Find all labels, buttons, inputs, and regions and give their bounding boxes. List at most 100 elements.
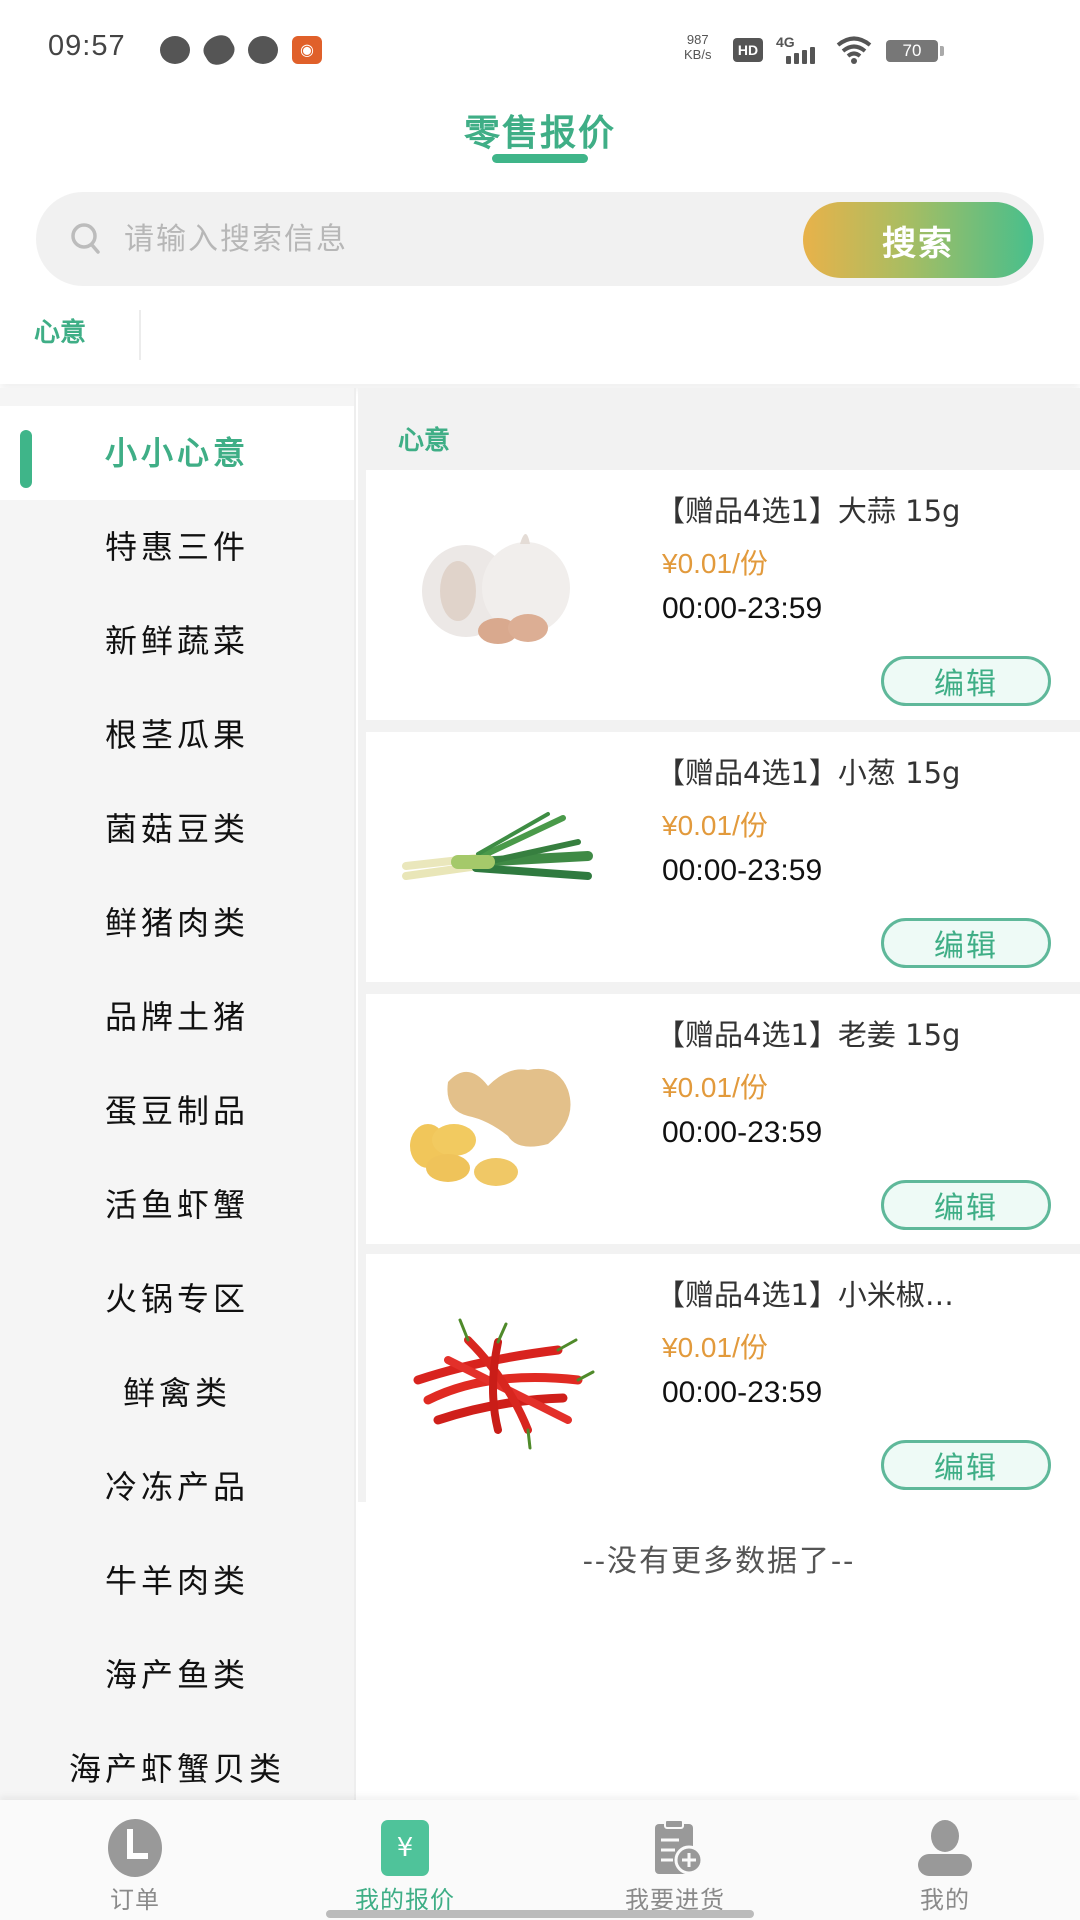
search-bar: 搜索 <box>36 192 1044 286</box>
product-card[interactable]: 【赠品4选1】小米椒… ¥0.01/份 00:00-23:59 编辑 <box>366 1254 1080 1504</box>
title-underline <box>492 154 588 163</box>
sidebar-item-huoguo-zhuanqu[interactable]: 火锅专区 <box>0 1252 354 1346</box>
signal-bar <box>794 53 799 64</box>
status-bar: 09:57 ◉ 987 KB/s HD 4G 70 <box>0 0 1080 90</box>
scallion-image <box>402 812 593 880</box>
sidebar-item-tehui-sanjian[interactable]: 特惠三件 <box>0 500 354 594</box>
product-price: ¥0.01/份 <box>662 548 768 579</box>
product-time: 00:00-23:59 <box>662 1376 823 1409</box>
product-time: 00:00-23:59 <box>662 854 823 887</box>
sidebar-item-label: 海产虾蟹贝类 <box>68 1750 285 1788</box>
status-time: 09:57 <box>48 30 126 62</box>
tag-xinyi[interactable]: 心意 <box>34 312 86 349</box>
product-time: 00:00-23:59 <box>662 1116 823 1149</box>
product-card[interactable]: 【赠品4选1】小葱 15g ¥0.01/份 00:00-23:59 编辑 <box>366 732 1080 982</box>
sidebar-item-label: 火锅专区 <box>104 1280 249 1318</box>
product-card[interactable]: 【赠品4选1】大蒜 15g ¥0.01/份 00:00-23:59 编辑 <box>366 470 1080 720</box>
sidebar-item-xinxian-shucai[interactable]: 新鲜蔬菜 <box>0 594 354 688</box>
yen-icon: ¥ <box>381 1820 429 1876</box>
home-indicator[interactable] <box>326 1910 754 1918</box>
search-icon <box>71 223 100 254</box>
wifi-icon <box>836 36 872 64</box>
svg-text:¥: ¥ <box>397 1833 414 1863</box>
bottom-nav: 订单 ¥ 我的报价 我要进货 我的 <box>0 1800 1080 1920</box>
sidebar-item-label: 品牌土猪 <box>104 998 249 1036</box>
sidebar-item-dandou-zhipin[interactable]: 蛋豆制品 <box>0 1064 354 1158</box>
category-sidebar[interactable]: 小小心意 特惠三件 新鲜蔬菜 根茎瓜果 菌菇豆类 鲜猪肉类 品牌土猪 蛋豆制品 … <box>0 388 356 1800</box>
sidebar-item-label: 活鱼虾蟹 <box>104 1186 249 1224</box>
sidebar-item-label: 海产鱼类 <box>104 1656 249 1694</box>
nav-label: 订单 <box>110 1886 160 1914</box>
garlic-image <box>422 534 570 644</box>
product-title: 【赠品4选1】大蒜 15g <box>656 494 961 528</box>
sidebar-item-label: 新鲜蔬菜 <box>104 622 249 660</box>
sidebar-item-xiaoxiao-xinyi[interactable]: 小小心意 <box>0 406 354 500</box>
tag-row: 心意 <box>0 300 1080 384</box>
sidebar-item-xianqin[interactable]: 鲜禽类 <box>0 1346 354 1440</box>
network-speed-value: 987 <box>686 32 709 47</box>
nav-tab-my-quotes[interactable]: ¥ 我的报价 <box>270 1800 540 1920</box>
product-card[interactable]: 【赠品4选1】老姜 15g ¥0.01/份 00:00-23:59 编辑 <box>366 994 1080 1244</box>
hd-icon: HD <box>733 38 763 62</box>
nav-tab-restock[interactable]: 我要进货 <box>540 1800 810 1920</box>
search-button[interactable]: 搜索 <box>803 202 1033 278</box>
edit-button[interactable]: 编辑 <box>881 1180 1051 1230</box>
product-price: ¥0.01/份 <box>662 1072 768 1103</box>
product-title: 【赠品4选1】老姜 15g <box>656 1018 961 1052</box>
sidebar-item-label: 根茎瓜果 <box>104 716 249 754</box>
tag-divider <box>139 310 141 360</box>
sidebar-item-haichan-yulei[interactable]: 海产鱼类 <box>0 1628 354 1722</box>
sidebar-item-xian-zhurou[interactable]: 鲜猪肉类 <box>0 876 354 970</box>
nav-tab-me[interactable]: 我的 <box>810 1800 1080 1920</box>
sidebar-item-label: 冷冻产品 <box>104 1468 249 1506</box>
edit-button[interactable]: 编辑 <box>881 1440 1051 1490</box>
edit-button[interactable]: 编辑 <box>881 656 1051 706</box>
edit-button[interactable]: 编辑 <box>881 918 1051 968</box>
list-end: --没有更多数据了-- <box>358 1502 1080 1800</box>
sidebar-item-genjing-guaguo[interactable]: 根茎瓜果 <box>0 688 354 782</box>
sidebar-item-huoyu-xiaxie[interactable]: 活鱼虾蟹 <box>0 1158 354 1252</box>
nav-label: 我的 <box>920 1886 970 1914</box>
search-input[interactable] <box>124 210 784 268</box>
page-title: 零售报价 <box>463 112 616 154</box>
sidebar-item-haichan-xiaxie-beilei[interactable]: 海产虾蟹贝类 <box>0 1722 354 1800</box>
product-time: 00:00-23:59 <box>662 592 823 625</box>
chili-pepper-image <box>413 1318 595 1450</box>
signal-bar <box>786 56 791 64</box>
message-icon <box>248 36 278 64</box>
no-more-data-text: --没有更多数据了-- <box>582 1544 856 1579</box>
active-indicator <box>20 430 32 488</box>
sidebar-item-niuyang-roulei[interactable]: 牛羊肉类 <box>0 1534 354 1628</box>
sidebar-item-pinpai-tuzhu[interactable]: 品牌土猪 <box>0 970 354 1064</box>
product-price: ¥0.01/份 <box>662 810 768 841</box>
sidebar-item-label: 鲜猪肉类 <box>104 904 249 942</box>
clipboard-add-icon <box>655 1819 704 1875</box>
network-speed: 987 KB/s <box>684 32 711 62</box>
sidebar-item-label: 鲜禽类 <box>122 1374 231 1412</box>
product-title: 【赠品4选1】小米椒… <box>656 1278 954 1312</box>
network-type: 4G <box>776 34 795 50</box>
product-list[interactable]: 心意 【赠品4选1】大蒜 15g ¥0.01/份 00:00-23:59 编辑 <box>358 388 1080 1800</box>
ginger-image <box>410 1068 571 1186</box>
sidebar-item-label: 菌菇豆类 <box>104 810 249 848</box>
sidebar-item-jungu-doulei[interactable]: 菌菇豆类 <box>0 782 354 876</box>
sidebar-item-label: 小小心意 <box>104 434 249 472</box>
qq-icon <box>160 36 190 64</box>
sidebar-item-label: 蛋豆制品 <box>104 1092 249 1130</box>
browser-icon <box>199 30 239 70</box>
kuaishou-icon: ◉ <box>292 36 322 64</box>
sidebar-item-label: 特惠三件 <box>104 528 249 566</box>
user-icon <box>918 1820 972 1876</box>
sidebar-item-lengdong-chanpin[interactable]: 冷冻产品 <box>0 1440 354 1534</box>
product-title: 【赠品4选1】小葱 15g <box>656 756 961 790</box>
nav-tab-orders[interactable]: 订单 <box>0 1800 270 1920</box>
signal-bar <box>810 47 815 64</box>
sidebar-item-label: 牛羊肉类 <box>104 1562 249 1600</box>
clock-icon <box>108 1819 162 1877</box>
section-title: 心意 <box>398 426 451 456</box>
section-header: 心意 <box>358 408 1080 466</box>
network-speed-unit: KB/s <box>684 47 712 62</box>
battery-icon: 70 <box>886 40 944 62</box>
signal-icon: 4G <box>776 34 824 64</box>
signal-bar <box>802 50 807 64</box>
